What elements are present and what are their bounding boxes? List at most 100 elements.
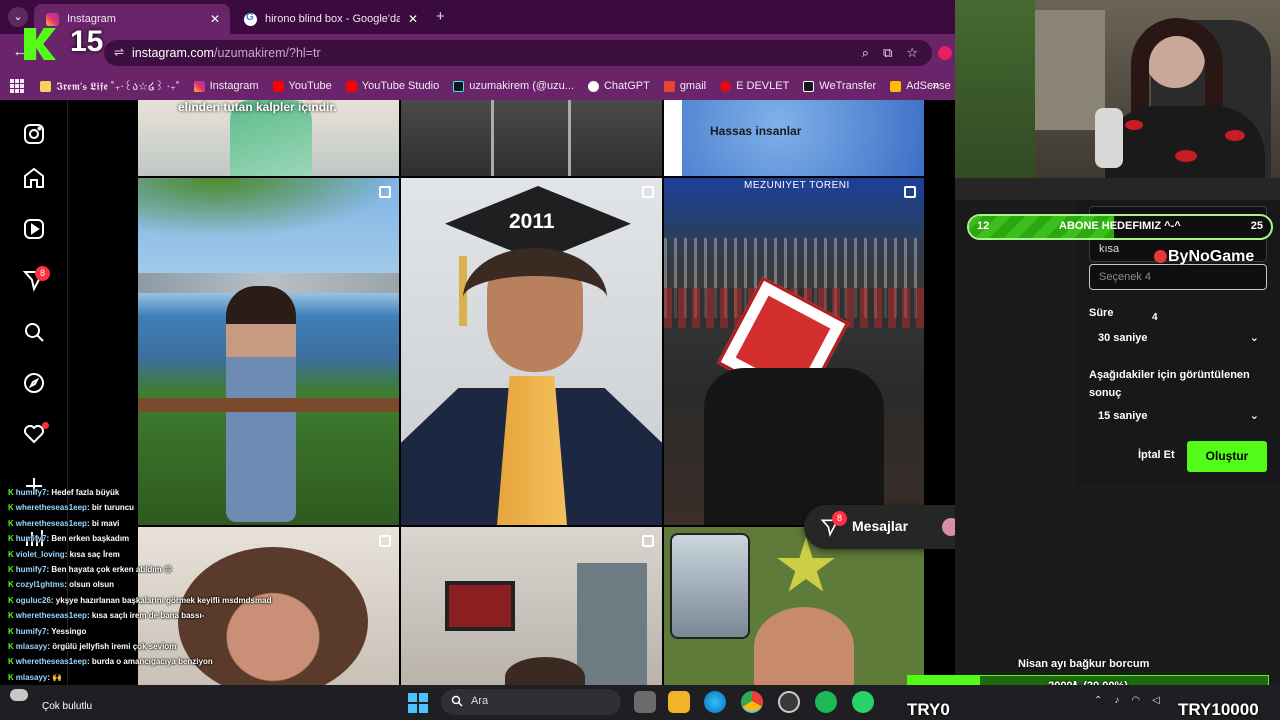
chevron-up-icon[interactable]: ⌃ xyxy=(1094,695,1102,706)
tab-instagram[interactable]: Instagram ✕ xyxy=(34,4,230,34)
wifi-icon[interactable]: ◠ xyxy=(1131,695,1140,706)
post-thumbnail[interactable]: MEZUNIYET TORENI xyxy=(664,178,924,525)
bookmark-tiktok[interactable]: uzumakirem (@uzu... xyxy=(453,80,574,92)
post-image-shape xyxy=(754,607,854,685)
bookmark-label: YouTube Studio xyxy=(361,80,440,92)
tab-title: Instagram xyxy=(67,13,116,25)
home-icon[interactable] xyxy=(22,166,46,190)
post-thumbnail[interactable]: Hassas insanlar xyxy=(664,100,924,176)
bookmark-irems-life[interactable]: 𝕴𝖗𝖊𝖒'𝖘 𝕷𝖎𝖋𝖊 ˚₊‧꒰ა☆໒꒱ ‧₊˚ xyxy=(40,78,180,94)
file-explorer-icon[interactable] xyxy=(668,691,690,713)
e-devlet-icon xyxy=(720,80,732,92)
instagram-logo-icon[interactable] xyxy=(22,122,46,146)
result-display-label: Aşağıdakiler için görüntülenen sonuç xyxy=(1089,369,1250,399)
site-info-icon[interactable]: ⇌ xyxy=(114,45,124,59)
post-thumbnail[interactable] xyxy=(401,527,662,685)
stream-logo-number: 15 xyxy=(70,25,104,58)
bookmark-wetransfer[interactable]: WeTransfer xyxy=(803,80,876,92)
post-caption: Hassas insanlar xyxy=(710,124,802,138)
chat-username[interactable]: humify7 xyxy=(16,565,47,574)
cancel-button[interactable]: İptal Et xyxy=(1138,449,1175,461)
reels-icon[interactable] xyxy=(22,217,46,241)
duration-select[interactable]: 30 saniye ⌄ xyxy=(1089,325,1267,353)
chat-username[interactable]: wheretheseas1eep xyxy=(16,611,87,620)
bookmark-e-devlet[interactable]: E DEVLET xyxy=(720,80,789,92)
bynogame-logo-icon xyxy=(1154,250,1167,263)
chat-username[interactable]: mlasayy xyxy=(16,673,48,682)
open-in-app-icon[interactable]: ⧉ xyxy=(883,45,892,61)
bookmark-chatgpt[interactable]: ChatGPT xyxy=(587,80,650,92)
obs-icon[interactable] xyxy=(778,691,800,713)
chat-text: Hedef fazla büyük xyxy=(51,488,120,497)
post-thumbnail[interactable]: 2011 xyxy=(401,178,662,525)
wetransfer-icon xyxy=(803,80,815,92)
zoom-icon[interactable]: ⌕ xyxy=(862,45,869,61)
bookmark-youtube[interactable]: YouTube xyxy=(272,80,332,92)
chrome-icon[interactable] xyxy=(741,691,763,713)
edge-icon[interactable] xyxy=(704,691,726,713)
close-tab-icon[interactable]: ✕ xyxy=(408,12,418,26)
bookmarks-overflow-icon[interactable]: » xyxy=(932,78,939,92)
taskbar-search[interactable]: Ara xyxy=(441,689,621,715)
chat-username[interactable]: mlasayy xyxy=(16,642,48,651)
search-icon[interactable] xyxy=(22,320,46,344)
chat-username[interactable]: humify7 xyxy=(16,488,47,497)
poll-option-4-input[interactable]: Seçenek 4 xyxy=(1089,264,1267,290)
chat-username[interactable]: cozyl1ghtms xyxy=(16,580,64,589)
microphone-icon[interactable]: ♪ xyxy=(1114,695,1119,706)
cloud-pattern-shape xyxy=(1125,120,1143,130)
address-bar[interactable]: ⇌ instagram.com/uzumakirem/?hl=tr ⌕ ⧉ ☆ xyxy=(104,40,932,66)
post-thumbnail[interactable] xyxy=(138,178,399,525)
chat-username[interactable]: oguluc26 xyxy=(16,596,51,605)
whatsapp-icon[interactable] xyxy=(852,691,874,713)
chevron-down-icon: ⌄ xyxy=(1249,410,1259,422)
post-caption-year: 2011 xyxy=(509,210,555,233)
spotify-icon[interactable] xyxy=(815,691,837,713)
bookmark-star-icon[interactable]: ☆ xyxy=(906,45,918,61)
messages-floating-bar[interactable]: 8 Mesajlar ··· xyxy=(804,505,955,549)
apps-grid-icon[interactable] xyxy=(10,79,24,93)
chat-text: Yessingo xyxy=(51,626,87,636)
gmail-icon xyxy=(663,80,675,92)
chat-username[interactable]: wheretheseas1eep xyxy=(16,657,87,666)
donation-min-label: TRY0 xyxy=(907,700,950,719)
tab-search-icon[interactable]: ⌄ xyxy=(8,7,28,27)
donation-goal-title: Nisan ayı bağkur borcum xyxy=(1018,658,1150,670)
bookmarks-bar: 𝕴𝖗𝖊𝖒'𝖘 𝕷𝖎𝖋𝖊 ˚₊‧꒰ა☆໒꒱ ‧₊˚ Instagram YouTu… xyxy=(0,72,955,100)
chat-username[interactable]: humify7 xyxy=(16,627,47,636)
new-tab-icon[interactable]: + xyxy=(436,8,445,25)
result-duration-select[interactable]: 15 saniye ⌄ xyxy=(1089,403,1267,431)
bookmark-youtube-studio[interactable]: YouTube Studio xyxy=(345,80,440,92)
tab-google-search[interactable]: hirono blind box - Google'da A ✕ xyxy=(232,4,428,34)
task-view-icon[interactable] xyxy=(634,691,656,713)
chat-username[interactable]: wheretheseas1eep xyxy=(16,503,87,512)
kick-badge-icon: K xyxy=(8,642,14,651)
cloud-weather-icon[interactable] xyxy=(10,689,28,701)
chat-message: Kmlasayy: örgülü jellyfish iremi çok sev… xyxy=(8,642,177,651)
weather-text[interactable]: Çok bulutlu xyxy=(42,701,92,712)
create-poll-button[interactable]: Oluştur xyxy=(1187,441,1267,472)
chevron-down-icon: ⌄ xyxy=(1249,332,1259,344)
chat-text: olsun olsun xyxy=(69,580,115,590)
windows-taskbar: Çok bulutlu Ara ⌃ ♪ ◠ ◁ xyxy=(0,685,1280,720)
chat-text: kısa saç İrem xyxy=(69,549,120,559)
post-thumbnail[interactable] xyxy=(401,100,662,176)
windows-start-icon[interactable] xyxy=(408,693,428,713)
chat-username[interactable]: wheretheseas1eep xyxy=(16,519,87,528)
post-thumbnail[interactable]: elinden tutan kalpler içindir. xyxy=(138,100,399,176)
post-image-shape xyxy=(682,100,924,176)
explore-icon[interactable] xyxy=(22,371,46,395)
chat-text: 🙌 xyxy=(52,672,63,682)
cloud-pattern-shape xyxy=(1225,130,1245,141)
bookmark-gmail[interactable]: gmail xyxy=(663,80,706,92)
profile-avatar[interactable] xyxy=(938,46,952,60)
post-banner-text: MEZUNIYET TORENI xyxy=(744,180,850,191)
close-tab-icon[interactable]: ✕ xyxy=(210,12,220,26)
chat-username[interactable]: violet_loving xyxy=(16,550,65,559)
post-thumbnail[interactable] xyxy=(664,527,924,685)
chat-username[interactable]: humify7 xyxy=(16,534,47,543)
volume-icon[interactable]: ◁ xyxy=(1152,695,1160,706)
bookmark-adsense[interactable]: AdSense xyxy=(890,80,951,92)
bookmark-instagram[interactable]: Instagram xyxy=(193,80,259,92)
chat-message: Kmlasayy: 🙌 xyxy=(8,672,63,682)
